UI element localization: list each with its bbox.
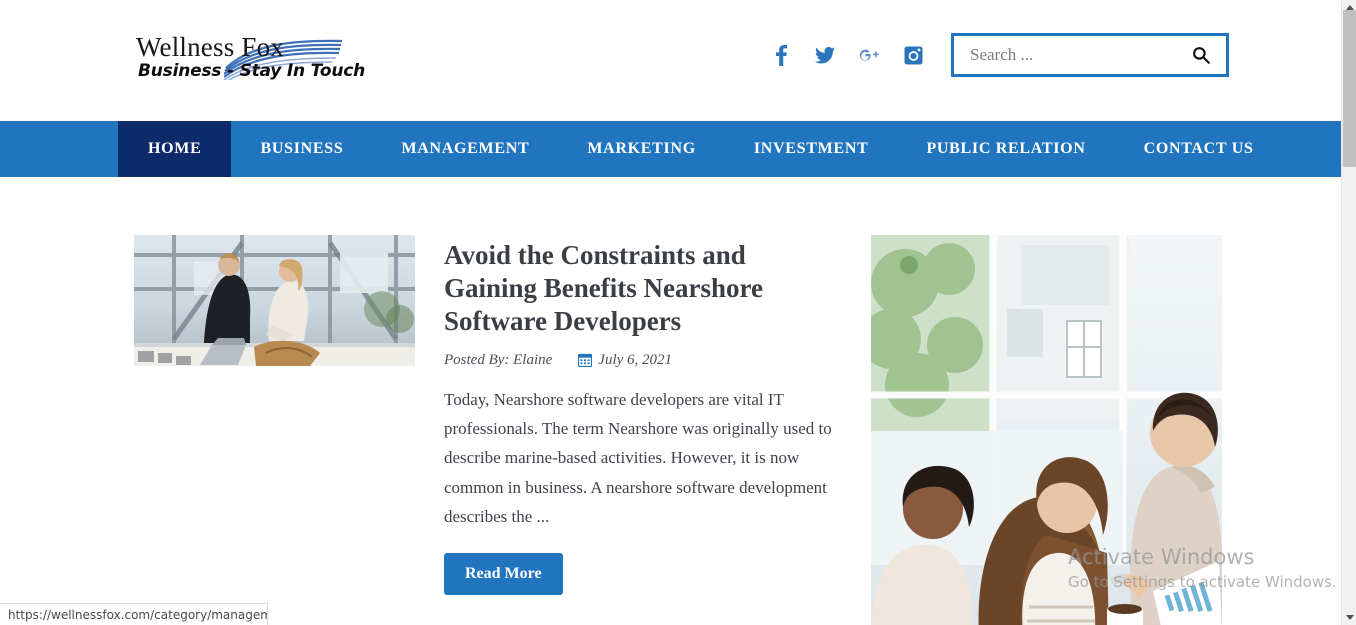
site-header: Wellness Fox Business - Stay In Touch [0, 0, 1341, 121]
main-navigation: HOME BUSINESS MANAGEMENT MARKETING INVES… [0, 121, 1341, 177]
page-content: Avoid the Constraints and Gaining Benefi… [0, 177, 1341, 625]
post-body: Avoid the Constraints and Gaining Benefi… [444, 235, 842, 595]
nav-item-public-relation[interactable]: PUBLIC RELATION [897, 121, 1114, 177]
logo-tagline: Business - Stay In Touch [138, 61, 365, 81]
header-right-group [769, 33, 1229, 77]
nav-item-home[interactable]: HOME [118, 121, 232, 177]
scroll-down-arrow-icon[interactable] [1342, 610, 1356, 625]
logo-text: Wellness Fox [136, 32, 284, 62]
post-meta: Posted By: Elaine July 6, 2021 [444, 352, 842, 369]
office-desk-photo [134, 235, 415, 366]
post-title[interactable]: Avoid the Constraints and Gaining Benefi… [444, 239, 839, 338]
post-item: Avoid the Constraints and Gaining Benefi… [134, 235, 842, 595]
calendar-icon [578, 353, 593, 368]
status-bar-url: https://wellnessfox.com/category/managem… [0, 603, 268, 625]
nav-item-management[interactable]: MANAGEMENT [372, 121, 558, 177]
nav-item-business[interactable]: BUSINESS [231, 121, 372, 177]
browser-viewport: Wellness Fox Business - Stay In Touch Se… [0, 0, 1341, 625]
search-button[interactable] [1186, 40, 1216, 70]
read-more-button[interactable]: Read More [444, 552, 563, 595]
post-list: Avoid the Constraints and Gaining Benefi… [134, 235, 842, 625]
vertical-scrollbar[interactable] [1341, 0, 1356, 625]
search-box[interactable] [951, 33, 1229, 77]
sidebar [842, 235, 1222, 625]
facebook-icon[interactable] [769, 43, 793, 67]
office-meeting-photo [871, 235, 1222, 625]
post-date: July 6, 2021 [598, 351, 673, 368]
post-excerpt: Today, Nearshore software developers are… [444, 389, 832, 526]
nav-item-contact-us[interactable]: CONTACT US [1115, 121, 1283, 177]
post-thumbnail[interactable] [134, 235, 415, 366]
nav-item-marketing[interactable]: MARKETING [558, 121, 725, 177]
nav-item-investment[interactable]: INVESTMENT [725, 121, 898, 177]
search-input[interactable] [968, 44, 1186, 66]
site-logo[interactable]: Wellness Fox Business - Stay In Touch [136, 32, 365, 90]
post-author: Posted By: Elaine [444, 351, 553, 368]
social-links [769, 43, 925, 67]
search-icon [1193, 47, 1210, 64]
post-date-group: July 6, 2021 [578, 352, 672, 369]
google-plus-icon[interactable] [857, 43, 881, 67]
twitter-icon[interactable] [813, 43, 837, 67]
sidebar-ad-image[interactable] [871, 235, 1222, 625]
scrollbar-thumb[interactable] [1343, 10, 1356, 167]
instagram-icon[interactable] [901, 43, 925, 67]
